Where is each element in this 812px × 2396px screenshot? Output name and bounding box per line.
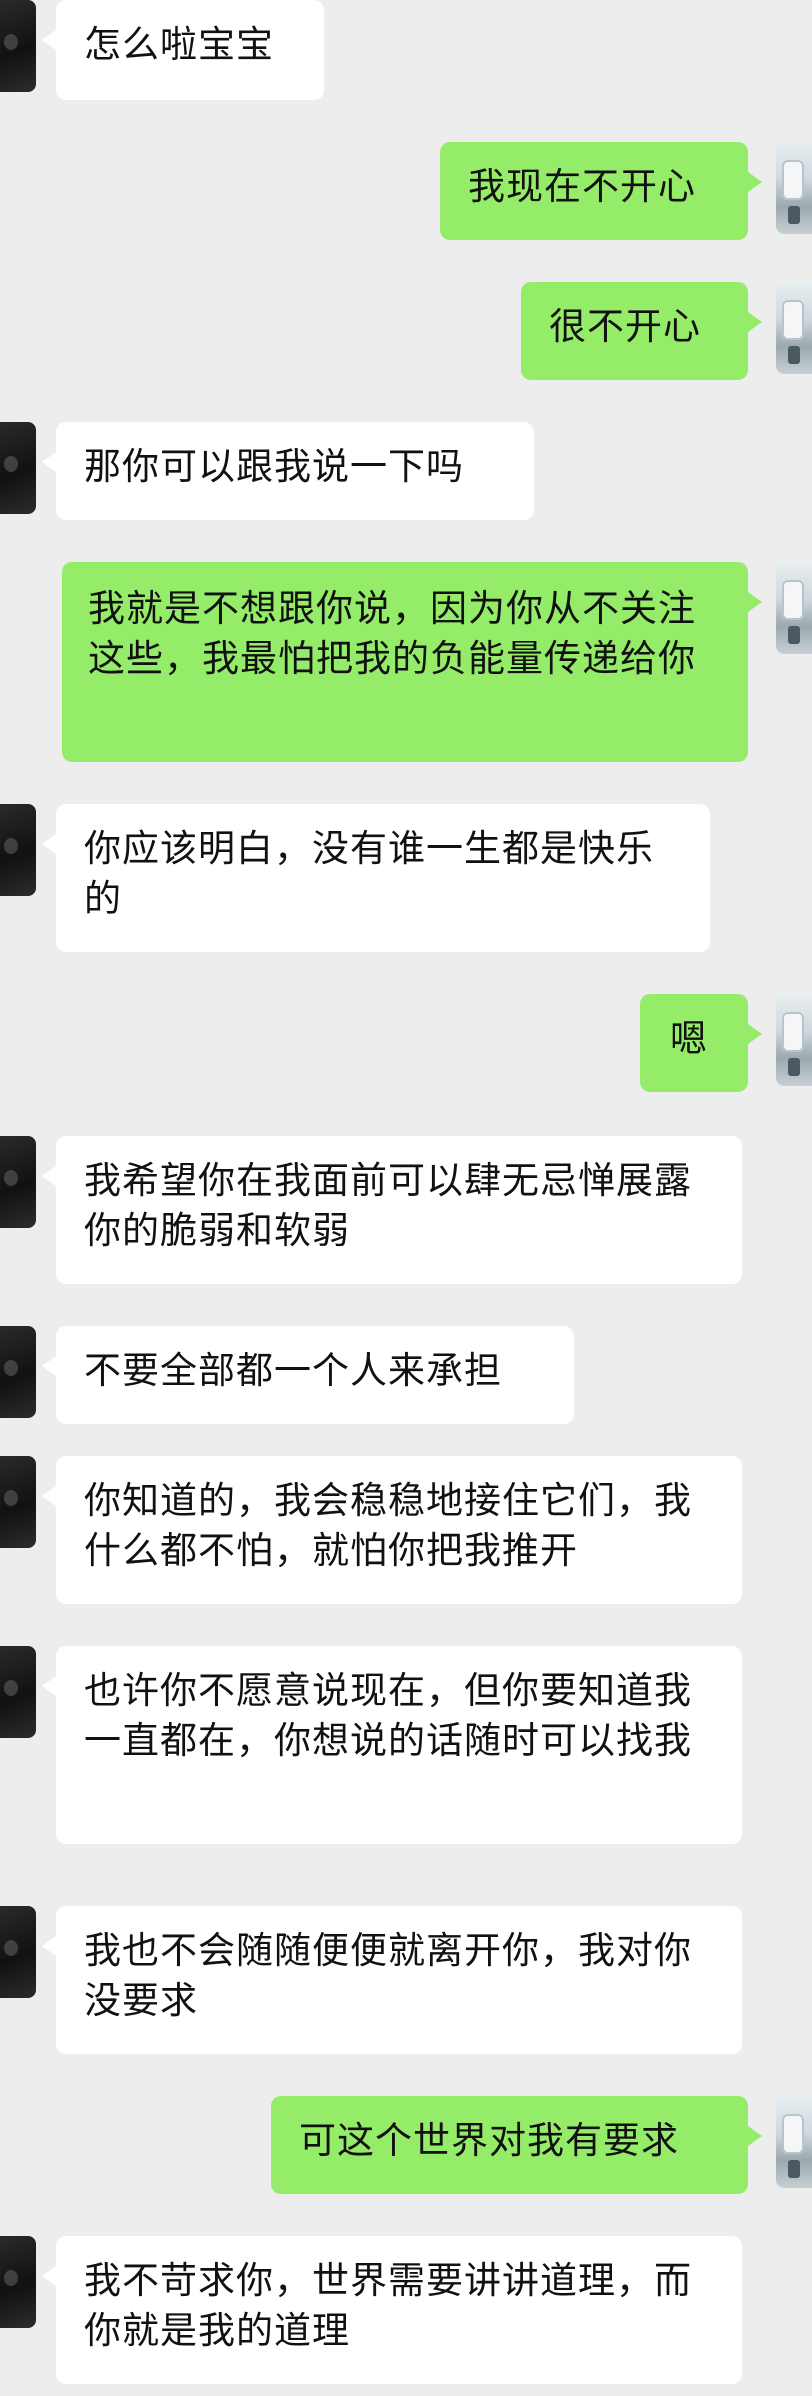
message-bubble[interactable]: 嗯 [640, 994, 762, 1092]
contact-avatar[interactable] [0, 1646, 36, 1738]
message-bubble[interactable]: 你知道的，我会稳稳地接住它们，我什么都不怕，就怕你把我推开 [42, 1456, 742, 1604]
user-avatar[interactable] [776, 994, 812, 1086]
contact-avatar[interactable] [0, 422, 36, 514]
message-bubble[interactable]: 也许你不愿意说现在，但你要知道我一直都在，你想说的话随时可以找我 [42, 1646, 742, 1844]
message-bubble[interactable]: 我不苛求你，世界需要讲讲道理，而你就是我的道理 [42, 2236, 742, 2384]
message-bubble[interactable]: 我也不会随随便便就离开你，我对你没要求 [42, 1906, 742, 2054]
message-bubble[interactable]: 我就是不想跟你说，因为你从不关注这些，我最怕把我的负能量传递给你 [62, 562, 762, 762]
message-bubble[interactable]: 我希望你在我面前可以肆无忌惮展露你的脆弱和软弱 [42, 1136, 742, 1284]
contact-avatar[interactable] [0, 804, 36, 896]
user-avatar[interactable] [776, 282, 812, 374]
message-bubble[interactable]: 你应该明白，没有谁一生都是快乐的 [42, 804, 710, 952]
message-bubble[interactable]: 那你可以跟我说一下吗 [42, 422, 534, 520]
contact-avatar[interactable] [0, 1906, 36, 1998]
contact-avatar[interactable] [0, 0, 36, 92]
contact-avatar[interactable] [0, 1456, 36, 1548]
chat-thread: 怎么啦宝宝 我现在不开心 很不开心 那你可以跟我说一下吗 我就是不想跟你说，因为… [0, 0, 812, 2396]
user-avatar[interactable] [776, 142, 812, 234]
message-bubble[interactable]: 可这个世界对我有要求 [271, 2096, 762, 2194]
user-avatar[interactable] [776, 562, 812, 654]
contact-avatar[interactable] [0, 1326, 36, 1418]
user-avatar[interactable] [776, 2096, 812, 2188]
message-bubble[interactable]: 不要全部都一个人来承担 [42, 1326, 574, 1424]
contact-avatar[interactable] [0, 2236, 36, 2328]
message-bubble[interactable]: 很不开心 [521, 282, 762, 380]
contact-avatar[interactable] [0, 1136, 36, 1228]
message-bubble[interactable]: 我现在不开心 [440, 142, 762, 240]
message-bubble[interactable]: 怎么啦宝宝 [42, 0, 324, 100]
